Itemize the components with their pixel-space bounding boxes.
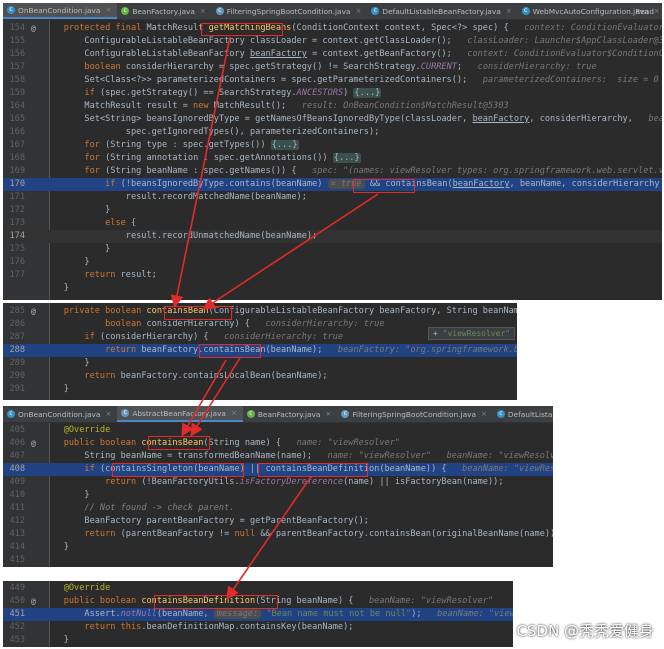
annotation-arrows bbox=[170, 36, 379, 600]
arrow-beanfactory-to-abstract bbox=[181, 359, 227, 437]
arrow-containsbean-call-to-decl bbox=[202, 193, 379, 310]
arrow-containsbeandefinition-to-decl bbox=[226, 477, 311, 600]
arrow-to-abstract-containsbean bbox=[190, 357, 241, 437]
arrow-getmatchingbeans-to-containsbean bbox=[170, 36, 231, 309]
